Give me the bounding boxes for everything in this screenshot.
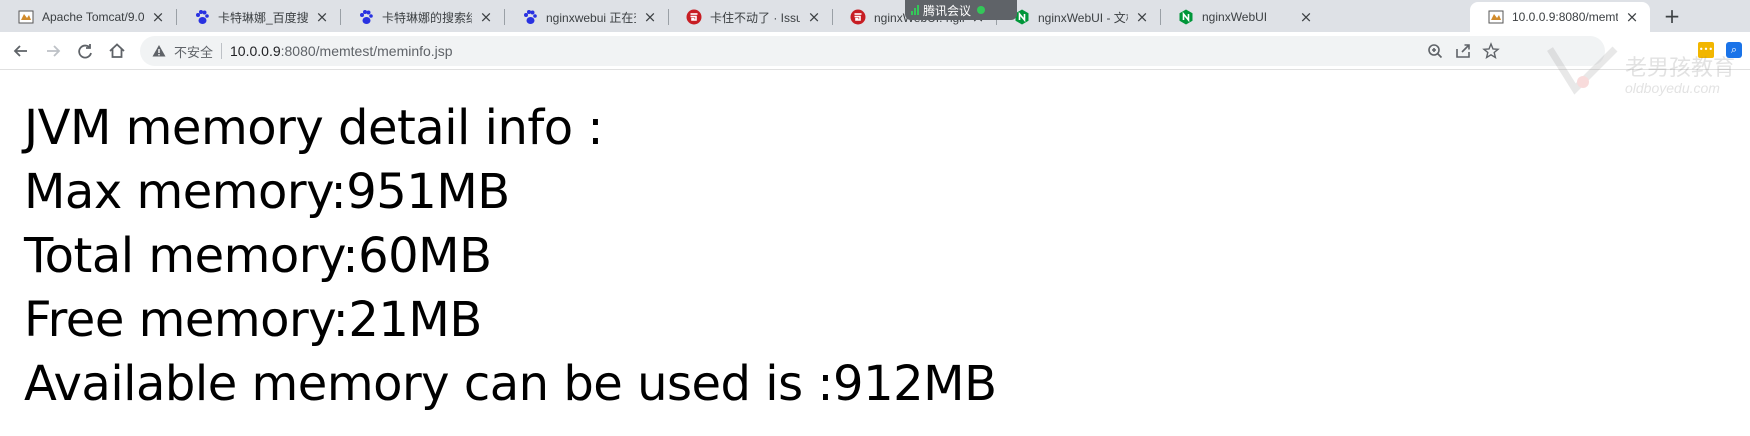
baidu-paw-icon — [194, 9, 210, 25]
address-bar[interactable]: 不安全 10.0.0.9:8080/memtest/meminfo.jsp — [140, 36, 1605, 66]
tab-title: 卡特琳娜的搜索结果_百 — [382, 10, 472, 25]
page-heading: JVM memory detail info : — [24, 100, 604, 156]
tomcat-icon — [1488, 9, 1504, 25]
close-tab-icon[interactable]: × — [806, 9, 822, 25]
available-memory-line: Available memory can be used is :912MB — [24, 356, 997, 412]
tab-apache-tomcat[interactable]: Apache Tomcat/9.0.5 × — [0, 2, 176, 32]
new-tab-button[interactable]: + — [1662, 6, 1682, 26]
meeting-overlay[interactable]: 腾讯会议 — [905, 0, 1017, 20]
tab-gitee-issue[interactable]: 卡住不动了 · Issue # × — [668, 2, 832, 32]
watermark-logo-icon — [1547, 46, 1618, 95]
gitee-icon — [850, 9, 866, 25]
tomcat-icon — [18, 9, 34, 25]
gitee-icon — [686, 9, 702, 25]
meeting-label: 腾讯会议 — [923, 3, 972, 18]
back-button[interactable] — [10, 40, 32, 62]
home-icon — [109, 43, 125, 58]
watermark-brand: 老男孩教育 — [1625, 56, 1736, 81]
reload-button[interactable] — [74, 40, 96, 62]
url-path: :8080/memtest/meminfo.jsp — [280, 43, 453, 59]
close-tab-icon[interactable]: × — [314, 9, 330, 25]
close-tab-icon[interactable]: × — [1134, 9, 1150, 25]
tab-title: 10.0.0.9:8080/memte — [1512, 10, 1618, 24]
tab-title: 卡特琳娜_百度搜索 — [218, 10, 308, 25]
tab-title: Apache Tomcat/9.0.5 — [42, 10, 144, 24]
address-divider — [221, 43, 223, 59]
back-arrow-icon — [13, 45, 27, 57]
tab-baidu-search-2[interactable]: 卡特琳娜的搜索结果_百 × — [340, 2, 504, 32]
tab-nginxwebui-docs[interactable]: nginxWebUI - 文档 × — [996, 2, 1160, 32]
baidu-paw-icon — [358, 9, 374, 25]
tab-title: nginxwebui 正在查找 — [546, 10, 636, 25]
home-button[interactable] — [106, 40, 128, 62]
browser-toolbar: 不安全 10.0.0.9:8080/memtest/meminfo.jsp ••… — [0, 32, 1750, 70]
close-tab-icon[interactable]: × — [1298, 9, 1314, 25]
share-icon[interactable] — [1452, 40, 1474, 62]
security-label[interactable]: 不安全 — [174, 42, 213, 61]
forward-arrow-icon — [47, 45, 61, 57]
url-host: 10.0.0.9 — [230, 43, 281, 59]
close-tab-icon[interactable]: × — [478, 9, 494, 25]
tab-strip: Apache Tomcat/9.0.5 × 卡特琳娜_百度搜索 × 卡特琳娜的搜… — [0, 0, 1750, 32]
watermark-url: oldboyedu.com — [1625, 80, 1720, 96]
close-tab-icon[interactable]: × — [150, 9, 166, 25]
total-memory-line: Total memory:60MB — [24, 228, 492, 284]
close-tab-icon[interactable]: × — [1624, 9, 1640, 25]
reload-icon — [78, 44, 92, 59]
tab-baidu-search-3[interactable]: nginxwebui 正在查找 × — [504, 2, 668, 32]
status-dot-icon — [977, 6, 986, 14]
tab-title: 卡住不动了 · Issue # — [710, 10, 800, 25]
max-memory-line: Max memory:951MB — [24, 164, 510, 220]
free-memory-line: Free memory:21MB — [24, 292, 482, 348]
tab-meminfo-active[interactable]: 10.0.0.9:8080/memte × — [1470, 2, 1650, 32]
signal-icon — [911, 5, 919, 15]
bookmark-star-icon[interactable] — [1480, 40, 1502, 62]
tab-nginxwebui[interactable]: nginxWebUI × — [1160, 2, 1324, 32]
tab-title: nginxWebUI - 文档 — [1038, 10, 1128, 25]
close-tab-icon[interactable]: × — [642, 9, 658, 25]
tab-baidu-search-1[interactable]: 卡特琳娜_百度搜索 × — [176, 2, 340, 32]
tab-title: nginxWebUI — [1202, 10, 1268, 24]
page-body: JVM memory detail info : Max memory:951M… — [24, 96, 997, 416]
zoom-icon[interactable] — [1424, 40, 1446, 62]
baidu-paw-icon — [522, 9, 538, 25]
nginx-icon — [1178, 9, 1194, 25]
warning-triangle-icon — [152, 45, 166, 57]
forward-button[interactable] — [42, 40, 64, 62]
watermark: 老男孩教育 oldboyedu.com — [1545, 44, 1750, 104]
